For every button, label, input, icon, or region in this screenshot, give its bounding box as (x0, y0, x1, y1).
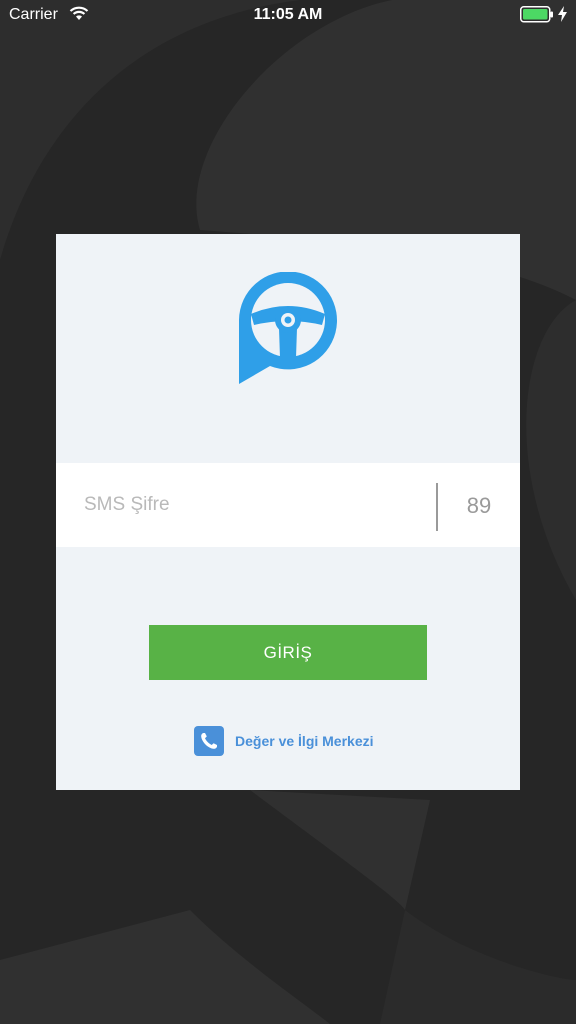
support-center-link[interactable]: Değer ve İlgi Merkezi (194, 725, 374, 757)
steering-wheel-chat-bubble-icon (239, 272, 337, 384)
charging-icon (558, 6, 567, 27)
login-card: 89 GİRİŞ Değer ve İlgi Merkezi (56, 234, 520, 790)
phone-icon (194, 726, 224, 756)
battery-icon (520, 6, 554, 28)
login-button[interactable]: GİRİŞ (149, 625, 427, 680)
sms-code-row: 89 (56, 463, 520, 547)
status-bar: Carrier 11:05 AM (0, 0, 576, 30)
clock: 11:05 AM (253, 6, 323, 23)
countdown-timer: 89 (466, 493, 492, 518)
support-center-label: Değer ve İlgi Merkezi (235, 733, 374, 749)
sms-code-input[interactable] (84, 485, 424, 525)
